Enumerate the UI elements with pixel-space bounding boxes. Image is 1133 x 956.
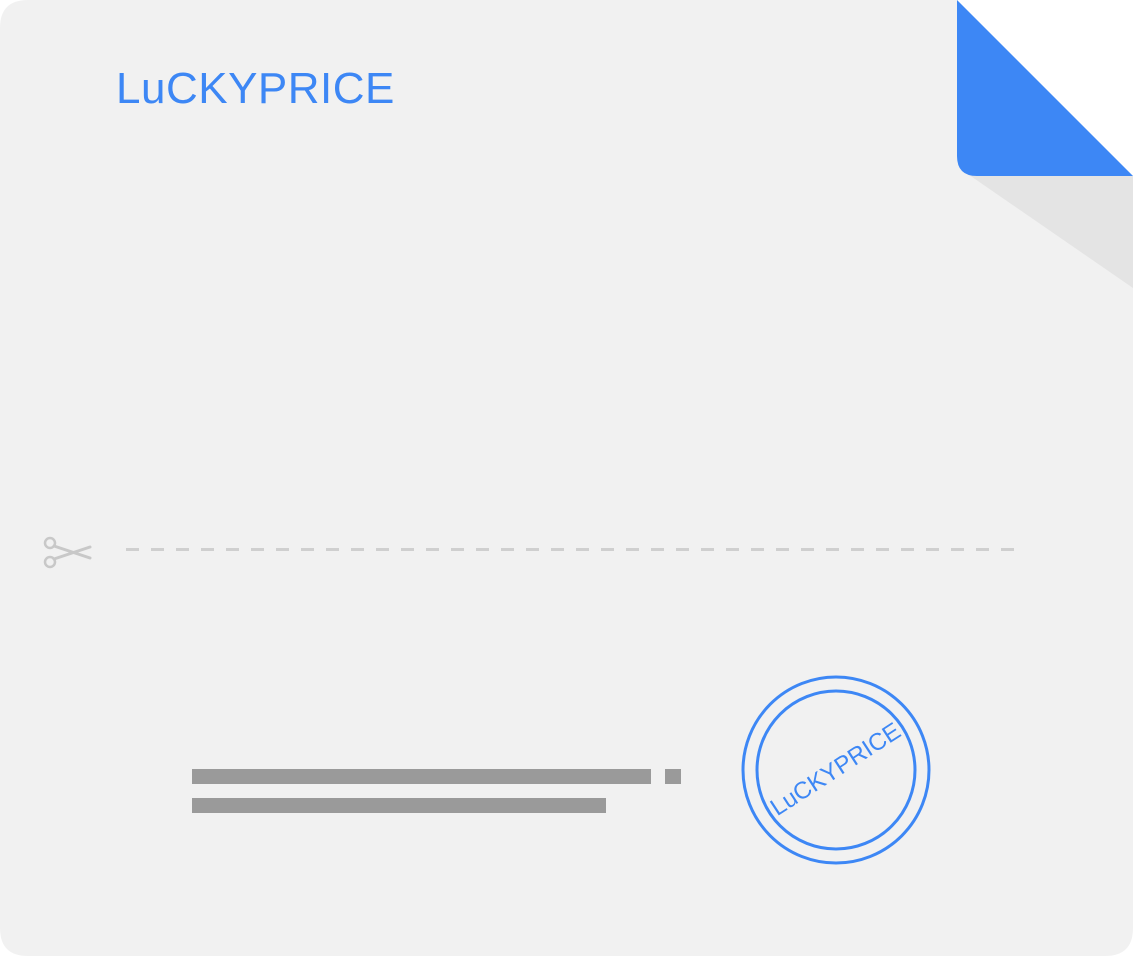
placeholder-line <box>192 769 651 784</box>
placeholder-dot <box>665 769 681 784</box>
coupon-canvas: LuCKYPRICE LuCKYPRICE <box>0 0 1133 956</box>
folded-corner <box>957 0 1133 176</box>
stamp: LuCKYPRICE <box>740 674 932 866</box>
coupon-card: LuCKYPRICE LuCKYPRICE <box>0 0 1133 956</box>
brand-title: LuCKYPRICE <box>116 64 395 113</box>
cut-line <box>126 548 1018 551</box>
scissors-icon <box>40 534 94 572</box>
placeholder-line <box>192 798 606 813</box>
